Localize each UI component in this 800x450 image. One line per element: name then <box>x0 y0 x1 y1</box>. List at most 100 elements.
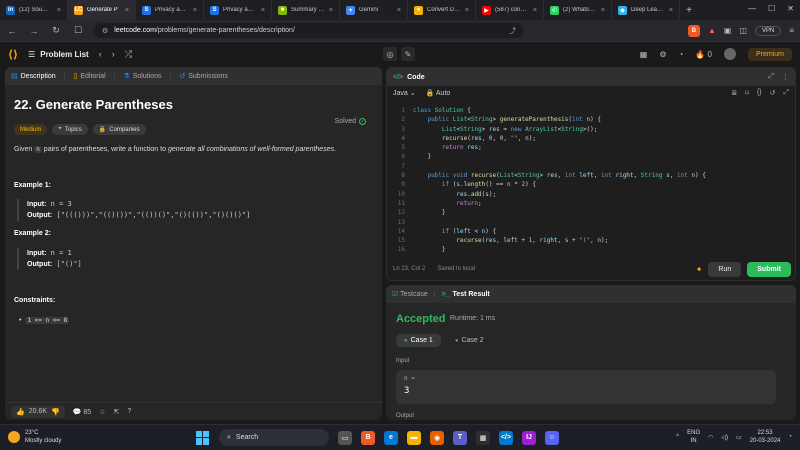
wallet-icon[interactable]: ◫ <box>739 26 747 35</box>
help-icon[interactable]: ? <box>127 408 131 415</box>
vpn-button[interactable]: VPN <box>754 25 782 36</box>
browser-tab[interactable]: ■ Summary - Tra × <box>272 0 340 20</box>
bookmark-icon[interactable]: ⌑ <box>745 89 749 97</box>
tab-description[interactable]: ▤ Description <box>11 72 56 81</box>
close-tab-icon[interactable]: × <box>329 7 333 14</box>
fullscreen-icon[interactable]: ⤢ <box>783 89 789 97</box>
page-title[interactable]: 22. Generate Parentheses <box>14 97 373 112</box>
topics-button[interactable]: ⌖ Topics <box>52 124 88 135</box>
braces-icon[interactable]: {} <box>757 89 762 97</box>
back-icon[interactable]: ← <box>6 26 18 36</box>
case-2-tab[interactable]: ● Case 2 <box>447 334 492 347</box>
url-field[interactable]: ⚙ leetcode.com/problems/generate-parenth… <box>94 23 524 38</box>
clock[interactable]: 22:53 20-03-2024 <box>750 429 781 445</box>
comments-button[interactable]: 💬 85 <box>73 408 91 416</box>
case-1-tab[interactable]: ● Case 1 <box>396 334 441 347</box>
close-tab-icon[interactable]: × <box>397 7 401 14</box>
teams-icon[interactable]: T <box>453 430 467 445</box>
close-tab-icon[interactable]: × <box>533 7 537 14</box>
close-tab-icon[interactable]: × <box>669 7 673 14</box>
store-icon[interactable]: ▦ <box>476 430 490 445</box>
problem-list-button[interactable]: ☰ Problem List <box>28 50 89 59</box>
shuffle-icon[interactable]: ⤮ <box>125 49 132 60</box>
close-tab-icon[interactable]: × <box>465 7 469 14</box>
windows-start-icon[interactable] <box>196 430 210 445</box>
edge-icon[interactable]: e <box>384 430 398 445</box>
code-editor[interactable]: 1 class Solution { 2 public List<String> … <box>387 106 795 256</box>
reload-icon[interactable]: ↻ <box>50 25 62 36</box>
like-button[interactable]: 👍 20.6K 👎 <box>11 405 65 418</box>
browser-tab[interactable]: S Privacy and Se × <box>204 0 272 20</box>
firefox-icon[interactable]: ◉ <box>430 430 444 445</box>
run-button[interactable]: Run <box>708 261 742 277</box>
share-icon[interactable]: ⤴ <box>509 26 516 36</box>
auto-toggle[interactable]: 🔒 Auto <box>426 89 451 97</box>
brave-icon[interactable]: B <box>361 430 375 445</box>
close-tab-icon[interactable]: × <box>125 7 129 14</box>
next-problem-icon[interactable]: › <box>112 49 115 59</box>
companies-button[interactable]: 🔒 Companies <box>92 124 146 135</box>
expand-icon[interactable]: ⤢ <box>768 73 774 81</box>
layout-icon[interactable]: ▦ <box>640 50 648 59</box>
browser-tab[interactable]: ◆ Deep Learning × <box>612 0 680 20</box>
browser-tab[interactable]: ✦ Gemini × <box>340 0 408 20</box>
browser-tab[interactable]: ✆ (2) WhatsApp × <box>544 0 612 20</box>
ai-assist-icon[interactable]: ✦ <box>696 265 703 274</box>
maximize-icon[interactable]: ☐ <box>768 4 775 13</box>
volume-icon[interactable]: ◁) <box>721 434 728 441</box>
more-icon[interactable]: ⋮ <box>782 73 789 81</box>
discord-icon[interactable]: ☺ <box>545 430 559 445</box>
tab-solutions[interactable]: ⚗ Solutions <box>123 72 161 81</box>
avatar[interactable] <box>723 48 736 60</box>
chevron-up-icon[interactable]: ^ <box>676 434 679 440</box>
browser-tab[interactable]: ▶ (587) const, le × <box>476 0 544 20</box>
prev-problem-icon[interactable]: ‹ <box>99 49 102 59</box>
rewards-icon[interactable]: ▲ <box>708 26 716 35</box>
leetcode-logo-icon[interactable]: ⟨⟩ <box>8 48 18 61</box>
notes-icon[interactable]: ✎ <box>401 47 415 61</box>
bookmark-icon[interactable]: ☐ <box>72 25 84 36</box>
notification-icon[interactable]: ◔ <box>788 434 792 440</box>
browser-tab[interactable]: in (12) Soumik Ro × <box>0 0 68 20</box>
brave-shield-icon[interactable]: B <box>687 24 700 37</box>
minimize-icon[interactable]: — <box>748 4 756 13</box>
tab-submissions[interactable]: ↺ Submissions <box>179 72 228 81</box>
tab-testcase[interactable]: ☑ Testcase <box>392 290 428 298</box>
intellij-icon[interactable]: IJ <box>522 430 536 445</box>
language-indicator[interactable]: ENG IN <box>687 429 700 445</box>
battery-icon[interactable]: ▭ <box>736 434 742 441</box>
debug-icon[interactable]: ◎ <box>383 47 397 61</box>
format-icon[interactable]: ≣ <box>731 89 737 97</box>
close-tab-icon[interactable]: × <box>261 7 265 14</box>
browser-tab[interactable]: LC Generate P × <box>68 0 136 20</box>
vscode-icon[interactable]: </> <box>499 430 513 445</box>
forward-icon[interactable]: → <box>28 26 40 36</box>
settings-icon[interactable]: ⚙ <box>659 50 666 59</box>
wifi-icon[interactable]: ◠ <box>708 434 713 441</box>
tab-editorial[interactable]: ▯ Editorial <box>73 72 105 81</box>
submit-button[interactable]: Submit <box>747 261 791 277</box>
menu-icon[interactable]: ≡ <box>789 26 794 35</box>
star-icon[interactable]: ☆ <box>99 408 105 416</box>
thumbs-down-icon[interactable]: 👎 <box>51 408 60 416</box>
browser-tab[interactable]: S Privacy and Se × <box>136 0 204 20</box>
language-select[interactable]: Java ⌄ <box>393 89 416 97</box>
reset-icon[interactable]: ↺ <box>770 89 776 97</box>
weather-widget[interactable]: 23°C Mostly cloudy <box>8 429 61 445</box>
close-tab-icon[interactable]: × <box>193 7 197 14</box>
sidebar-icon[interactable]: ▣ <box>724 26 732 35</box>
site-info-icon[interactable]: ⚙ <box>102 27 108 35</box>
notification-icon[interactable]: ◔ <box>679 50 684 59</box>
close-window-icon[interactable]: ✕ <box>787 4 794 13</box>
file-explorer-icon[interactable]: ▬ <box>407 430 421 445</box>
new-tab-icon[interactable]: + <box>680 5 698 16</box>
streak-counter[interactable]: 🔥 0 <box>695 50 712 59</box>
close-tab-icon[interactable]: × <box>601 7 605 14</box>
tab-test-result[interactable]: >_ Test Result <box>442 291 490 298</box>
share-icon[interactable]: ⇱ <box>113 408 119 416</box>
task-view-icon[interactable]: ▭ <box>338 430 352 445</box>
close-tab-icon[interactable]: × <box>57 7 61 14</box>
browser-tab[interactable]: ● Convert Decin × <box>408 0 476 20</box>
taskbar-search[interactable]: ⌕ Search <box>219 429 329 446</box>
premium-button[interactable]: Premium <box>747 47 792 61</box>
